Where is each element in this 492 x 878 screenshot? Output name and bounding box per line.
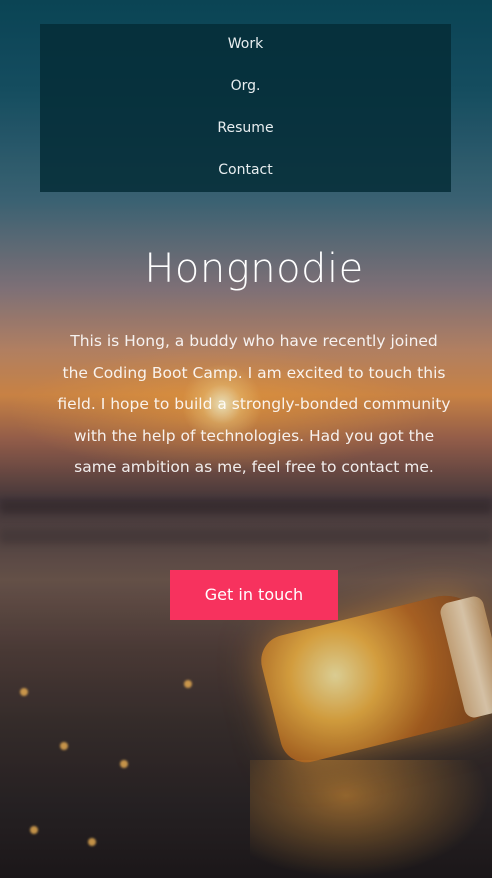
hero-bio: This is Hong, a buddy who have recently … bbox=[57, 332, 451, 476]
nav-item-resume[interactable]: Resume bbox=[217, 108, 273, 150]
hero-title: Hongnodie bbox=[144, 246, 364, 292]
nav-item-contact[interactable]: Contact bbox=[218, 150, 272, 192]
get-in-touch-button[interactable]: Get in touch bbox=[170, 570, 338, 620]
nav-item-work[interactable]: Work bbox=[228, 24, 263, 66]
nav-menu: Work Org. Resume Contact bbox=[40, 24, 451, 192]
nav-item-org[interactable]: Org. bbox=[231, 66, 261, 108]
